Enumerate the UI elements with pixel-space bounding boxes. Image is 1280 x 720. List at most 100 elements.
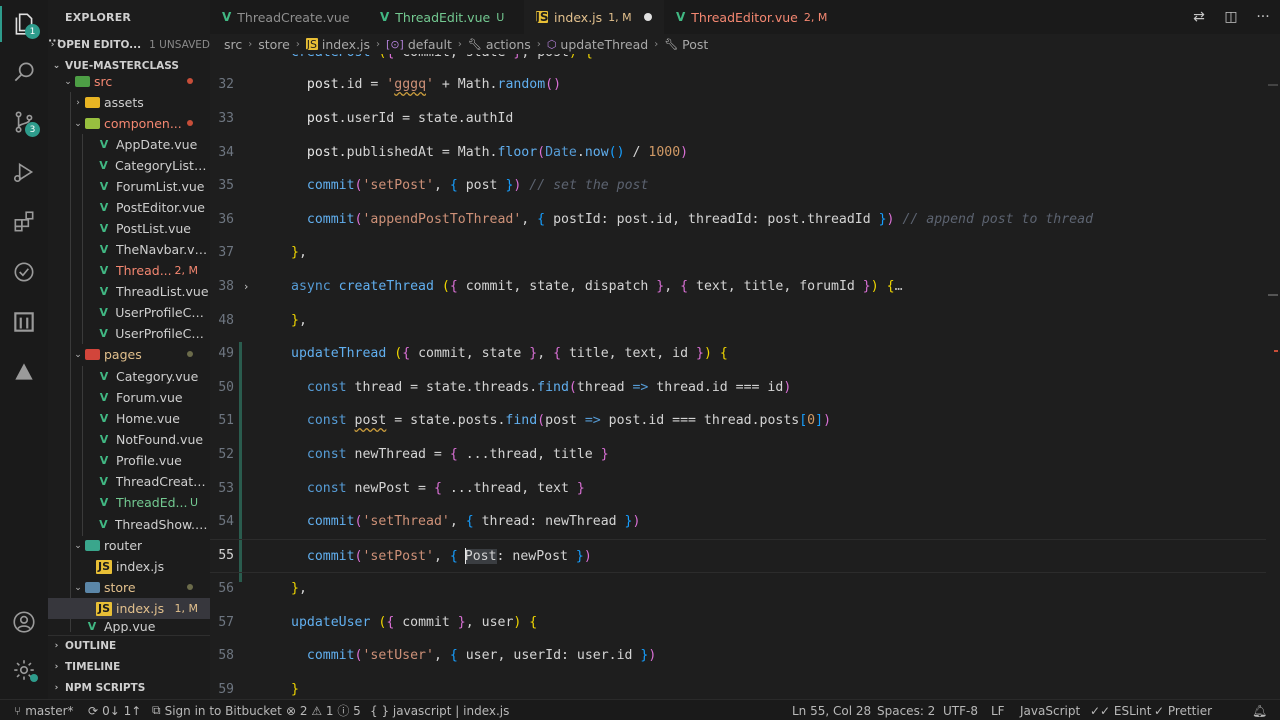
tree-folder-store[interactable]: ⌄ store <box>48 577 210 598</box>
ruler-error-mark <box>1274 350 1278 352</box>
search-icon[interactable] <box>0 48 48 96</box>
extensions-icon[interactable] <box>0 198 48 246</box>
end-of-line[interactable]: LF <box>991 700 1005 720</box>
split-editor-icon[interactable]: ◫ <box>1222 8 1240 26</box>
code-line: 52 const newThread = { ...thread, title … <box>218 447 609 463</box>
tree-folder-components[interactable]: ⌄ componen... <box>48 113 210 134</box>
tree-folder-assets[interactable]: › assets <box>48 92 210 113</box>
vue-file-icon: V <box>676 10 686 24</box>
tree-file[interactable]: V Category.vue <box>48 366 210 387</box>
tree-file[interactable]: V ThreadShow.vue <box>48 514 210 535</box>
editor-tab-bar: V ThreadCreate.vue V ThreadEdit.vue U JS ind… <box>210 0 1280 34</box>
scm-badge: 3 <box>25 122 40 137</box>
wrench-icon: 🔧︎ <box>467 37 482 51</box>
chevron-down-icon: ⌄ <box>52 60 61 71</box>
tree-file[interactable]: V NotFound.vue <box>48 429 210 450</box>
remote-explorer-icon[interactable] <box>0 298 48 346</box>
tab-threadedit[interactable]: V ThreadEdit.vue U <box>368 0 524 34</box>
tree-file[interactable]: V Profile.vue <box>48 450 210 471</box>
git-branch[interactable]: ⑂ master* <box>14 700 74 720</box>
tree-file[interactable]: V AppDate.vue <box>48 134 210 155</box>
editor-actions: ⇄ ◫ ··· <box>1190 0 1272 34</box>
overview-ruler[interactable] <box>1266 54 1280 699</box>
tree-file[interactable]: V CategoryList.v... <box>48 155 210 176</box>
tree-file[interactable]: V App.vue <box>48 619 210 633</box>
project-name: VUE-MASTERCLASS <box>65 59 179 72</box>
problems-indicator[interactable]: ⊗ 2 ⚠ 1 ⓘ 5 <box>286 700 361 720</box>
tree-file[interactable]: JS index.js <box>48 556 210 577</box>
tree-folder-pages[interactable]: ⌄ pages <box>48 344 210 365</box>
cursor-position[interactable]: Ln 55, Col 28 <box>792 700 871 720</box>
tree-folder-src[interactable]: ⌄ src <box>48 71 210 92</box>
tree-file-modified[interactable]: V Thread... 2, M <box>48 260 210 281</box>
settings-update-dot <box>30 674 38 682</box>
explorer-title: EXPLORER <box>65 10 132 24</box>
tree-file[interactable]: V TheNavbar.vue <box>48 239 210 260</box>
tree-folder-router[interactable]: ⌄ router <box>48 535 210 556</box>
breadcrumb-item[interactable]: index.js <box>322 37 370 52</box>
tab-threadcreate[interactable]: V ThreadCreate.vue <box>210 0 368 34</box>
tree-file[interactable]: V UserProfileCar... <box>48 302 210 323</box>
explorer-icon[interactable]: 1 <box>0 0 48 48</box>
run-debug-icon[interactable] <box>0 148 48 196</box>
source-control-icon[interactable]: 3 <box>0 98 48 146</box>
notifications-bell-icon[interactable]: 🔔︎ <box>1252 700 1267 720</box>
code-line: 58 commit('setUser', { user, userId: use… <box>218 648 657 664</box>
activity-bar: 1 3 <box>0 0 48 699</box>
encoding[interactable]: UTF-8 <box>943 700 978 720</box>
eslint-status[interactable]: ✓✓ ESLint <box>1090 700 1151 720</box>
code-editor[interactable]: createPost ({ commit, state }, post) { 3… <box>210 54 1280 699</box>
method-icon: ⬡ <box>546 37 557 51</box>
tree-file[interactable]: V PostList.vue <box>48 218 210 239</box>
git-sync[interactable]: ⟳ 0↓ 1↑ <box>88 700 141 720</box>
tree-file[interactable]: V ForumList.vue <box>48 176 210 197</box>
code-line: 35 commit('setPost', { post }) // set th… <box>218 178 649 194</box>
tree-file[interactable]: V UserProfileCar... <box>48 323 210 344</box>
more-actions-icon[interactable]: ··· <box>1254 8 1272 26</box>
code-line: 57 updateUser ({ commit }, user) { <box>218 615 538 631</box>
tree-file[interactable]: V ThreadCreate... <box>48 471 210 492</box>
outline-section[interactable]: › OUTLINE <box>48 635 210 656</box>
code-line: 56}, <box>218 581 307 597</box>
code-line-current: 55 commit('setPost', { Post: newPost }) <box>210 539 1280 573</box>
language-mode[interactable]: JavaScript <box>1020 700 1080 720</box>
account-icon[interactable] <box>0 598 48 646</box>
tab-index-js[interactable]: JS index.js 1, M <box>524 0 664 34</box>
vue-file-icon: V <box>222 10 232 24</box>
explorer-sidebar: EXPLORER ··· › OPEN EDITO... 1 UNSAVED ⌄… <box>48 0 210 699</box>
breadcrumb-item[interactable]: actions <box>486 37 531 52</box>
breadcrumb-item[interactable]: Post <box>682 37 708 52</box>
code-line: 33 post.userId = state.authId <box>218 111 514 127</box>
timeline-section[interactable]: › TIMELINE <box>48 656 210 677</box>
breadcrumb-item[interactable]: updateThread <box>560 37 648 52</box>
language-crumb[interactable]: { } javascript | index.js <box>370 700 509 720</box>
tree-file[interactable]: V ThreadList.vue <box>48 281 210 302</box>
tab-threadeditor[interactable]: V ThreadEditor.vue 2, M <box>664 0 827 34</box>
bitbucket-icon: ⧉ <box>152 703 161 717</box>
code-line: 37}, <box>218 245 307 261</box>
tree-file-selected[interactable]: JS index.js 1, M <box>48 598 210 619</box>
js-file-icon: JS <box>305 37 318 51</box>
code-line: 38 › async createThread ({ commit, state, … <box>218 279 903 295</box>
tree-file-untracked[interactable]: V ThreadEd... U <box>48 492 210 513</box>
tree-file[interactable]: V PostEditor.vue <box>48 197 210 218</box>
compare-changes-icon[interactable]: ⇄ <box>1190 8 1208 26</box>
module-icon: [⊙] <box>386 37 404 51</box>
fold-chevron-icon[interactable]: › <box>244 280 248 293</box>
breadcrumb-item[interactable]: src <box>224 37 242 52</box>
vue-file-icon: V <box>380 10 390 24</box>
bitbucket-signin[interactable]: ⧉ Sign in to Bitbucket <box>152 700 282 720</box>
prettier-status[interactable]: ✓ Prettier <box>1154 700 1212 720</box>
settings-gear-icon[interactable] <box>0 646 48 694</box>
tree-file[interactable]: V Home.vue <box>48 408 210 429</box>
npm-scripts-section[interactable]: › NPM SCRIPTS <box>48 677 210 698</box>
breadcrumb-item[interactable]: store <box>258 37 290 52</box>
deploy-icon[interactable] <box>0 348 48 396</box>
testing-icon[interactable] <box>0 248 48 296</box>
js-file-icon: JS <box>535 10 549 24</box>
code-line: 50 const thread = state.threads.find(thr… <box>218 380 792 396</box>
open-editors-section[interactable]: › OPEN EDITO... 1 UNSAVED <box>48 34 210 55</box>
breadcrumb-item[interactable]: default <box>408 37 452 52</box>
tree-file[interactable]: V Forum.vue <box>48 387 210 408</box>
indentation[interactable]: Spaces: 2 <box>877 700 935 720</box>
